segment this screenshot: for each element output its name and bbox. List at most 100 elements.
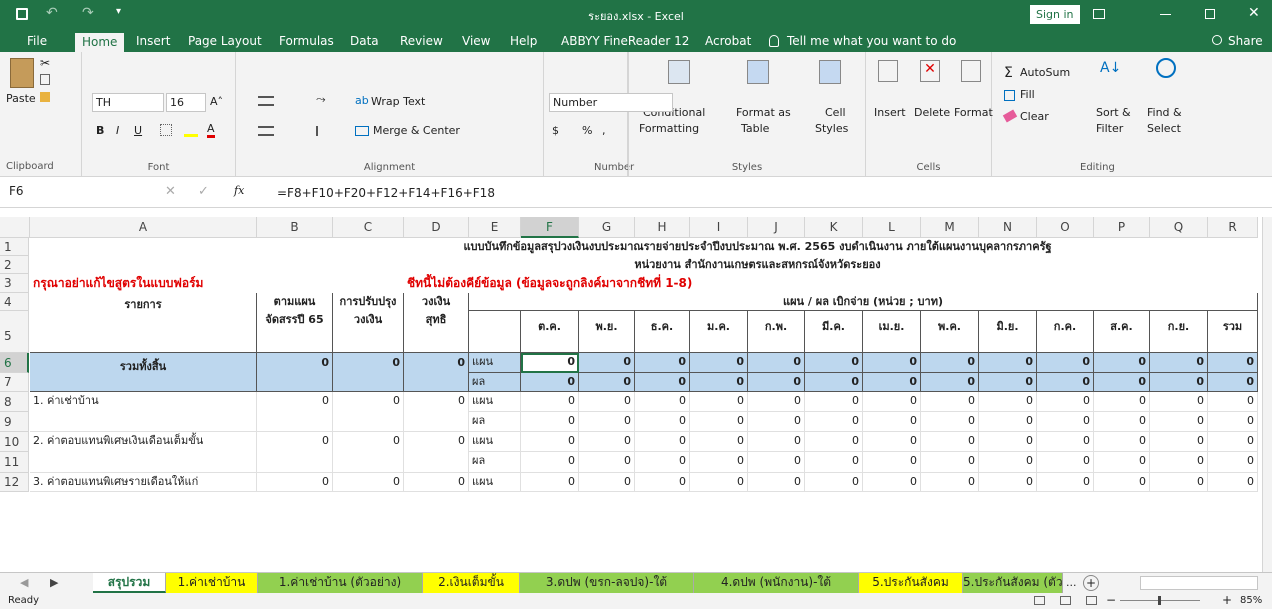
tab-review[interactable]: Review: [397, 33, 446, 52]
item-1-plan-l[interactable]: 0: [863, 392, 921, 412]
header-month-4[interactable]: ม.ค.: [690, 311, 748, 353]
item-2-plan-l[interactable]: 0: [863, 432, 921, 452]
sheet-title-line-1[interactable]: แบบบันทึกข้อมูลสรุปวงเงินงบประมาณรายจ่าย…: [257, 238, 1258, 256]
sheet-tab-social-security[interactable]: 5.ประกันสังคม: [859, 573, 963, 593]
sheet-tab-dpp-civil[interactable]: 3.ดปพ (ขรก-ลจปจ)-ใต้: [520, 573, 694, 593]
header-adjust[interactable]: การปรับปรุง วงเงิน: [333, 293, 404, 353]
sheet-tab-summary[interactable]: สรุปรวม: [93, 573, 166, 593]
item-2-plan-h[interactable]: 0: [635, 432, 690, 452]
cut-icon[interactable]: ✂: [40, 56, 50, 70]
item-1-plan-q[interactable]: 0: [1150, 392, 1208, 412]
total-plan-n[interactable]: 0: [979, 353, 1037, 373]
insert-cells-button[interactable]: Insert: [874, 106, 906, 119]
tab-data[interactable]: Data: [347, 33, 382, 52]
total-plan-q[interactable]: 0: [1150, 353, 1208, 373]
ribbon-display-icon[interactable]: [1093, 9, 1105, 19]
item-2-type-plan[interactable]: แผน: [469, 432, 521, 452]
column-header-l[interactable]: L: [863, 217, 921, 238]
total-col-b[interactable]: 0: [257, 353, 333, 392]
page-break-view-icon[interactable]: [1086, 596, 1097, 605]
item-1-result-p[interactable]: 0: [1094, 412, 1150, 432]
column-header-h[interactable]: H: [635, 217, 690, 238]
header-item[interactable]: รายการ: [30, 293, 257, 353]
active-cell-f6[interactable]: 0: [521, 353, 579, 373]
zoom-in-icon[interactable]: +: [1222, 593, 1232, 607]
item-2-plan-i[interactable]: 0: [690, 432, 748, 452]
total-result-n[interactable]: 0: [979, 373, 1037, 392]
item-2-result-o[interactable]: 0: [1037, 452, 1094, 473]
item-1-result-o[interactable]: 0: [1037, 412, 1094, 432]
sheet-tab-dpp-staff[interactable]: 4.ดปพ (พนักงาน)-ใต้: [694, 573, 859, 593]
header-type-blank[interactable]: [469, 311, 521, 353]
item-2-plan-f[interactable]: 0: [521, 432, 579, 452]
zoom-slider-thumb[interactable]: [1158, 596, 1161, 605]
format-cells-button[interactable]: Format: [954, 106, 993, 119]
item-1-result-n[interactable]: 0: [979, 412, 1037, 432]
total-plan-j[interactable]: 0: [748, 353, 805, 373]
zoom-level[interactable]: 85%: [1240, 595, 1262, 606]
item-3-plan-p[interactable]: 0: [1094, 473, 1150, 492]
item-label-2[interactable]: 2. ค่าตอบแทนพิเศษเงินเดือนเต็มขั้น: [30, 432, 257, 473]
tab-home[interactable]: Home: [75, 33, 125, 52]
item-2-result-p[interactable]: 0: [1094, 452, 1150, 473]
item-2-type-result[interactable]: ผล: [469, 452, 521, 473]
row-header-3[interactable]: 3: [0, 274, 29, 293]
item-3-type-plan[interactable]: แผน: [469, 473, 521, 492]
item-3-col-c[interactable]: 0: [333, 473, 404, 492]
item-2-plan-q[interactable]: 0: [1150, 432, 1208, 452]
item-label-3[interactable]: 3. ค่าตอบแทนพิเศษรายเดือนให้แก่: [30, 473, 257, 492]
item-2-result-r[interactable]: 0: [1208, 452, 1258, 473]
sort-filter-label-2[interactable]: Filter: [1096, 122, 1123, 135]
item-2-plan-r[interactable]: 0: [1208, 432, 1258, 452]
fill-color-icon[interactable]: [184, 134, 198, 137]
item-3-plan-n[interactable]: 0: [979, 473, 1037, 492]
item-1-plan-k[interactable]: 0: [805, 392, 863, 412]
column-header-k[interactable]: K: [805, 217, 863, 238]
header-month-11[interactable]: ส.ค.: [1094, 311, 1150, 353]
tab-acrobat[interactable]: Acrobat: [702, 33, 754, 52]
header-month-1[interactable]: ต.ค.: [521, 311, 579, 353]
header-month-5[interactable]: ก.พ.: [748, 311, 805, 353]
total-result-i[interactable]: 0: [690, 373, 748, 392]
formula-input[interactable]: =F8+F10+F20+F12+F14+F16+F18: [277, 186, 495, 200]
total-result-o[interactable]: 0: [1037, 373, 1094, 392]
item-2-result-i[interactable]: 0: [690, 452, 748, 473]
vertical-scrollbar[interactable]: [1262, 217, 1272, 572]
item-1-result-g[interactable]: 0: [579, 412, 635, 432]
item-2-col-c[interactable]: 0: [333, 432, 404, 473]
item-3-col-b[interactable]: 0: [257, 473, 333, 492]
orientation-icon[interactable]: ⤳: [316, 92, 326, 107]
warning-link-note[interactable]: ชีทนี้ไม่ต้องคีย์ข้อมูล (ข้อมูลจะถูกลิงค…: [404, 274, 748, 293]
column-header-b[interactable]: B: [257, 217, 333, 238]
total-result-p[interactable]: 0: [1094, 373, 1150, 392]
bold-button[interactable]: B: [96, 124, 104, 137]
merge-center-button[interactable]: Merge & Center: [373, 124, 460, 137]
worksheet-grid[interactable]: A B C D E F G H I J K L M N O P Q R 1 2 3 4 5 6 7 8 9 10 11 12 แบบบันท…: [0, 217, 1272, 572]
item-2-result-m[interactable]: 0: [921, 452, 979, 473]
item-2-result-l[interactable]: 0: [863, 452, 921, 473]
item-2-result-f[interactable]: 0: [521, 452, 579, 473]
total-col-d[interactable]: 0: [404, 353, 469, 392]
item-1-plan-i[interactable]: 0: [690, 392, 748, 412]
item-1-plan-f[interactable]: 0: [521, 392, 579, 412]
item-1-result-j[interactable]: 0: [748, 412, 805, 432]
item-1-plan-p[interactable]: 0: [1094, 392, 1150, 412]
more-sheets-icon[interactable]: ...: [1066, 576, 1077, 589]
enter-icon[interactable]: ✓: [198, 184, 209, 199]
header-month-6[interactable]: มี.ค.: [805, 311, 863, 353]
header-month-3[interactable]: ธ.ค.: [635, 311, 690, 353]
column-header-d[interactable]: D: [404, 217, 469, 238]
item-1-plan-g[interactable]: 0: [579, 392, 635, 412]
item-3-plan-q[interactable]: 0: [1150, 473, 1208, 492]
item-3-plan-h[interactable]: 0: [635, 473, 690, 492]
paste-icon[interactable]: [10, 58, 34, 88]
item-3-plan-o[interactable]: 0: [1037, 473, 1094, 492]
page-layout-view-icon[interactable]: [1060, 596, 1071, 605]
item-2-result-j[interactable]: 0: [748, 452, 805, 473]
item-1-result-q[interactable]: 0: [1150, 412, 1208, 432]
conditional-formatting-label-2[interactable]: Formatting: [639, 122, 699, 135]
row-header-5[interactable]: 5: [0, 311, 29, 353]
font-size-select[interactable]: 16: [166, 93, 206, 112]
column-header-a[interactable]: A: [30, 217, 257, 238]
header-month-9[interactable]: มิ.ย.: [979, 311, 1037, 353]
